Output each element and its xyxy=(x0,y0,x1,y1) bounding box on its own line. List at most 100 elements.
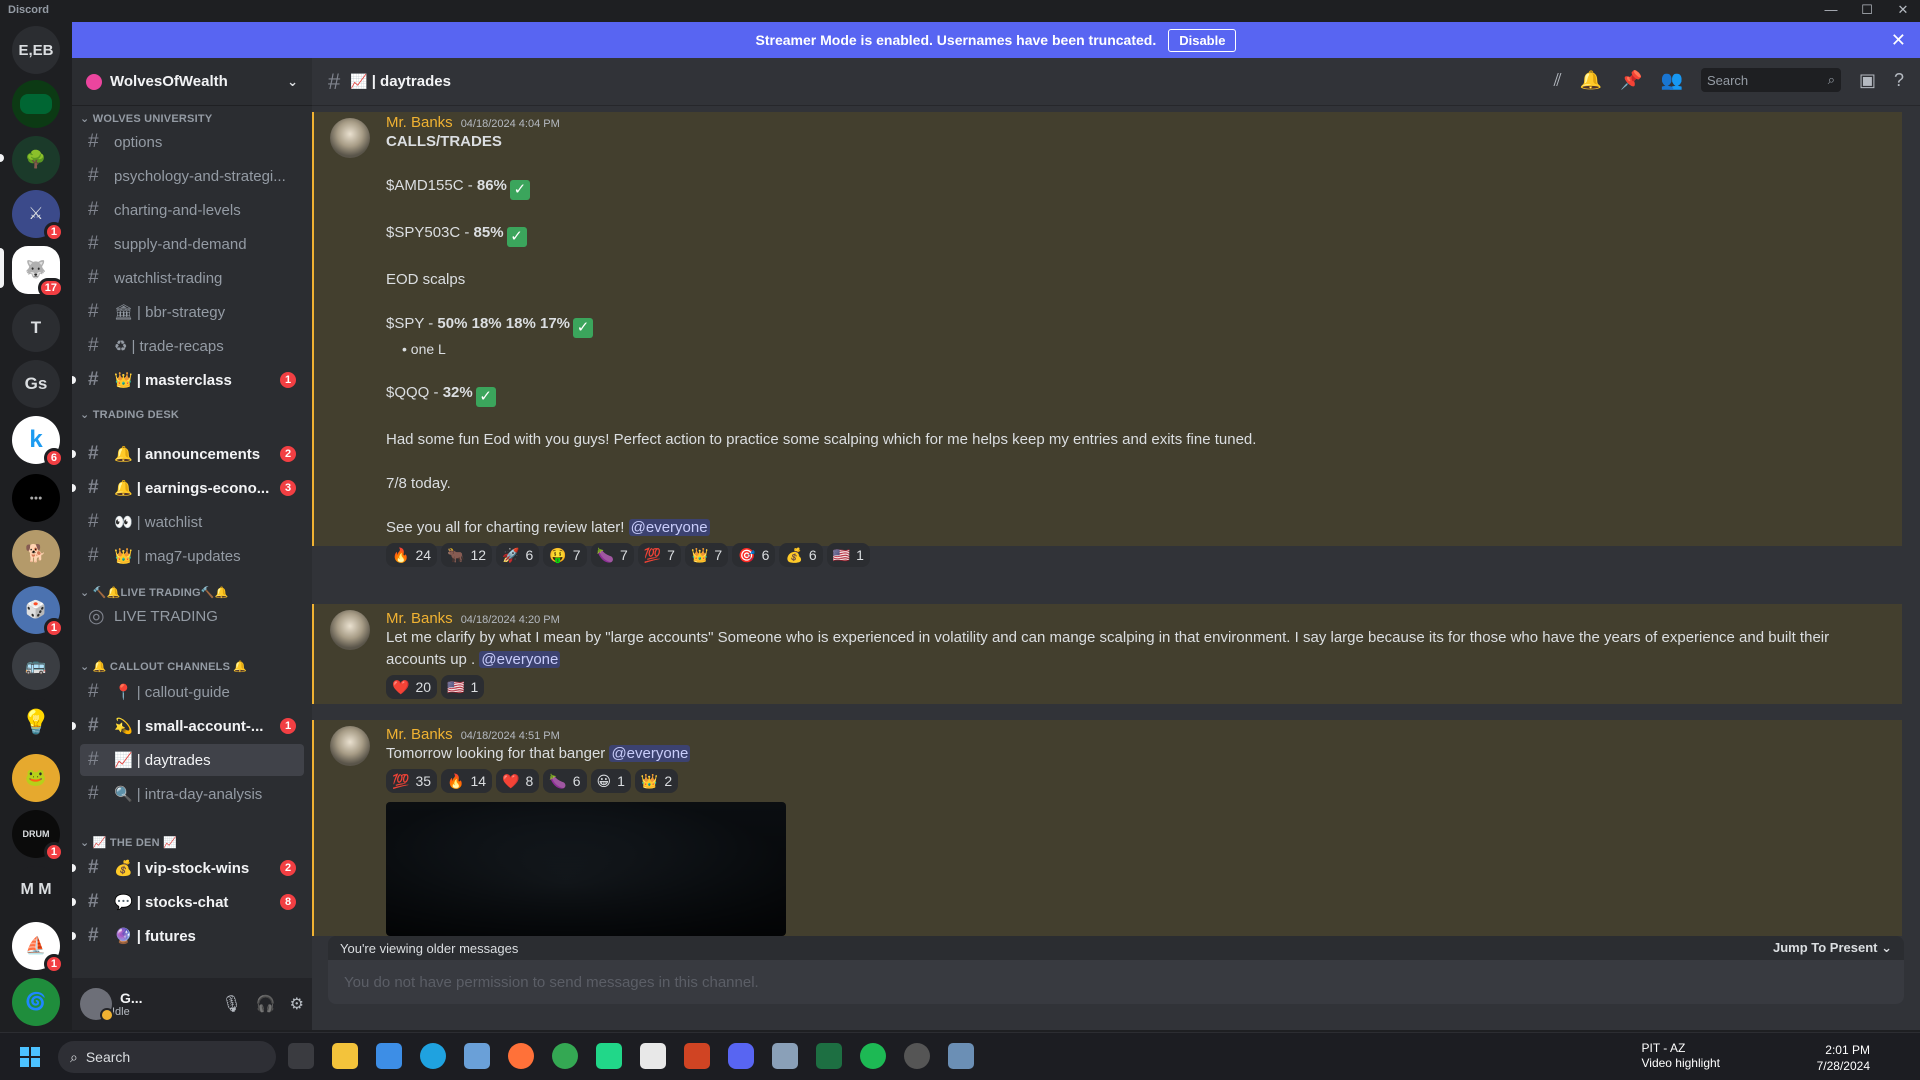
app-icon[interactable] xyxy=(948,1043,974,1069)
channel-psychology[interactable]: # psychology-and-strategi... xyxy=(80,160,304,192)
guild-3[interactable]: ⚔ 1 xyxy=(12,190,64,242)
mention-everyone[interactable]: @everyone xyxy=(628,519,710,536)
powerpoint-icon[interactable] xyxy=(684,1043,710,1069)
server-header[interactable]: WolvesOfWealth ⌄ xyxy=(72,58,312,106)
close-icon[interactable]: ✕ xyxy=(1891,30,1906,51)
edge-icon[interactable] xyxy=(420,1043,446,1069)
snipping-tool-icon[interactable] xyxy=(772,1043,798,1069)
jump-to-present-button[interactable]: Jump To Present ⌄ xyxy=(1773,940,1892,956)
microphone-icon[interactable]: 🎙 xyxy=(221,994,241,1014)
reaction[interactable]: 🤑 7 xyxy=(543,543,587,567)
channel-daytrades[interactable]: # 📈 | daytrades xyxy=(80,744,304,776)
channel-intra-day[interactable]: # 🔍 | intra-day-analysis xyxy=(80,778,304,810)
firefox-icon[interactable] xyxy=(508,1043,534,1069)
channel-options[interactable]: # options xyxy=(80,126,304,158)
store-icon[interactable] xyxy=(376,1043,402,1069)
guild-2[interactable]: 🌳 xyxy=(12,136,60,184)
category-the-den[interactable]: ⌄ 📈 THE DEN 📈 xyxy=(80,836,177,849)
category-callout[interactable]: ⌄ 🔔 CALLOUT CHANNELS 🔔 xyxy=(80,660,247,673)
channel-charting[interactable]: # charting-and-levels xyxy=(80,194,304,226)
channel-supply[interactable]: # supply-and-demand xyxy=(80,228,304,260)
author-name[interactable]: Mr. Banks xyxy=(386,610,453,627)
steam-icon[interactable] xyxy=(904,1043,930,1069)
task-view-icon[interactable] xyxy=(288,1043,314,1069)
reaction[interactable]: 🇺🇸 1 xyxy=(441,675,485,699)
guild-1[interactable] xyxy=(12,80,60,128)
channel-masterclass[interactable]: # 👑 | masterclass 1 xyxy=(80,364,304,396)
channel-announcements[interactable]: # 🔔 | announcements 2 xyxy=(80,438,304,470)
mention-everyone[interactable]: @everyone xyxy=(479,651,561,668)
avatar[interactable] xyxy=(330,118,370,158)
reaction[interactable]: 🍆 7 xyxy=(590,543,634,567)
channel-stocks-chat[interactable]: # 💬 | stocks-chat 8 xyxy=(80,886,304,918)
inbox-icon[interactable]: ▣ xyxy=(1859,70,1876,91)
bell-icon[interactable]: 🔔 xyxy=(1580,70,1602,91)
channel-watchlist-trading[interactable]: # watchlist-trading xyxy=(80,262,304,294)
reaction[interactable]: 🇺🇸 1 xyxy=(826,543,870,567)
help-icon[interactable]: ? xyxy=(1894,70,1904,91)
reaction[interactable]: 🔥 24 xyxy=(386,543,438,567)
reaction[interactable]: 😀 1 xyxy=(590,769,631,793)
reaction[interactable]: 💰 6 xyxy=(779,543,823,567)
spotify-icon[interactable] xyxy=(860,1043,886,1069)
maximize-icon[interactable]: ☐ xyxy=(1858,2,1876,18)
pycharm-icon[interactable] xyxy=(596,1043,622,1069)
channel-live-trading[interactable]: ◎ LIVE TRADING xyxy=(80,600,304,632)
minimize-icon[interactable]: — xyxy=(1822,2,1840,17)
threads-icon[interactable]: ⫽ xyxy=(1554,70,1562,91)
guild-17[interactable]: 🌀 xyxy=(12,978,60,1026)
avatar[interactable] xyxy=(330,726,370,766)
guild-11[interactable]: 🚌 xyxy=(12,642,60,690)
guild-13[interactable]: 🐸 xyxy=(12,754,60,802)
avatar[interactable] xyxy=(80,988,114,1022)
gear-icon[interactable]: ⚙ xyxy=(290,994,304,1014)
guild-7[interactable]: k6 xyxy=(12,416,64,468)
pin-icon[interactable]: 📌 xyxy=(1620,70,1642,91)
reaction[interactable]: 🎯 6 xyxy=(732,543,776,567)
reaction[interactable]: 👑 7 xyxy=(684,543,729,567)
windows-start-icon[interactable] xyxy=(20,1047,40,1067)
excel-icon[interactable] xyxy=(816,1043,842,1069)
reaction[interactable]: ❤️ 20 xyxy=(386,675,438,699)
category-trading-desk[interactable]: ⌄ TRADING DESK xyxy=(80,408,179,421)
guild-9[interactable]: 🐕 xyxy=(12,530,60,578)
category-live-trading[interactable]: ⌄ 🔨🔔LIVE TRADING🔨🔔 xyxy=(80,586,229,599)
category-wolves-university[interactable]: ⌄ WOLVES UNIVERSITY xyxy=(80,112,212,125)
reaction[interactable]: ❤️ 8 xyxy=(496,769,540,793)
channel-watchlist[interactable]: # 👀 | watchlist xyxy=(80,506,304,538)
reaction[interactable]: 👑 2 xyxy=(634,769,679,793)
channel-callout-guide[interactable]: # 📍 | callout-guide xyxy=(80,676,304,708)
channel-earnings[interactable]: # 🔔 | earnings-econo... 3 xyxy=(80,472,304,504)
author-name[interactable]: Mr. Banks xyxy=(386,114,453,131)
reaction[interactable]: 💯 35 xyxy=(386,769,438,793)
channel-futures[interactable]: # 🔮 | futures xyxy=(80,920,304,952)
members-icon[interactable]: 👥 xyxy=(1661,70,1683,91)
guild-14[interactable]: DRUM 1 xyxy=(12,810,64,862)
channel-vip-stock-wins[interactable]: # 💰 | vip-stock-wins 2 xyxy=(80,852,304,884)
avatar[interactable] xyxy=(330,610,370,650)
disable-button[interactable]: Disable xyxy=(1168,28,1237,52)
search-input[interactable]: Search ⌕ xyxy=(1700,68,1841,92)
guild-10[interactable]: 🎲 1 xyxy=(12,586,64,638)
discord-taskbar-icon[interactable] xyxy=(728,1043,754,1069)
reaction[interactable]: 🍆 6 xyxy=(543,769,587,793)
guild-15[interactable]: M M xyxy=(12,866,60,914)
clock[interactable]: 2:01 PM 7/28/2024 xyxy=(1817,1042,1870,1074)
chrome-icon[interactable] xyxy=(552,1043,578,1069)
close-window-icon[interactable]: ✕ xyxy=(1894,2,1912,18)
headphones-icon[interactable]: 🎧 xyxy=(256,994,276,1014)
reaction[interactable]: 🐂 12 xyxy=(441,543,493,567)
guild-0[interactable]: E,EB xyxy=(12,26,60,74)
channel-small-account[interactable]: # 💫 | small-account-... 1 xyxy=(80,710,304,742)
app-icon[interactable] xyxy=(640,1043,666,1069)
channel-bbr-strategy[interactable]: # 🏛 | bbr-strategy xyxy=(80,296,304,328)
channel-mag7[interactable]: # 👑 | mag7-updates xyxy=(80,540,304,572)
author-name[interactable]: Mr. Banks xyxy=(386,726,453,743)
reaction[interactable]: 💯 7 xyxy=(637,543,681,567)
guild-5[interactable]: T xyxy=(12,304,60,352)
tray-notification[interactable]: PIT - AZ Video highlight xyxy=(1641,1041,1720,1071)
guild-6[interactable]: Gs xyxy=(12,360,60,408)
taskbar-search[interactable]: ⌕ Search xyxy=(58,1041,276,1073)
reaction[interactable]: 🚀 6 xyxy=(496,543,540,567)
guild-16[interactable]: ⛵ 1 xyxy=(12,922,64,974)
